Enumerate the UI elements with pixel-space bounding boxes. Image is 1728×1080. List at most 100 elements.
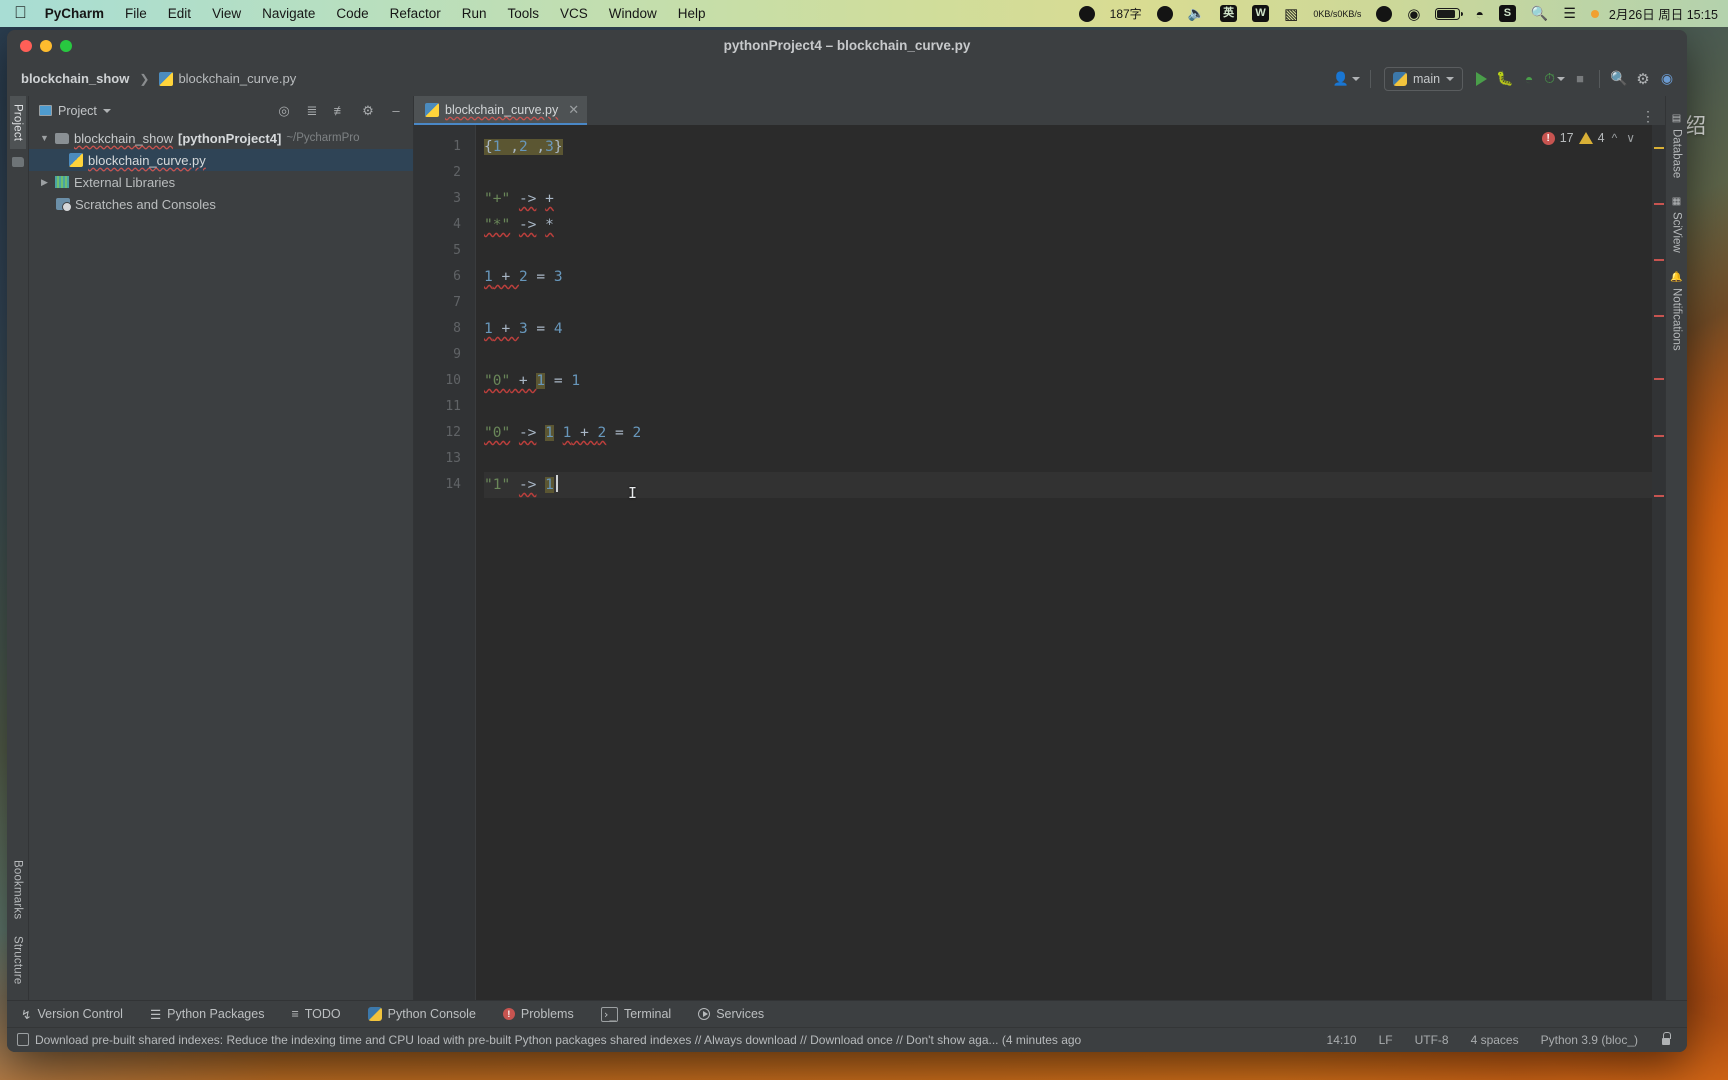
status-line-separator[interactable]: LF	[1373, 1033, 1399, 1047]
breadcrumb-file[interactable]: blockchain_curve.py	[178, 71, 296, 86]
sidebar-item-project[interactable]: Project	[9, 96, 26, 150]
menu-item-vcs[interactable]: VCS	[560, 6, 588, 21]
apple-logo-icon[interactable]: 	[14, 4, 27, 21]
status-interpreter[interactable]: Python 3.9 (bloc_)	[1535, 1033, 1644, 1047]
lock-icon[interactable]	[1654, 1032, 1677, 1048]
siri-indicator-icon[interactable]	[1590, 9, 1599, 18]
code-line[interactable]: "0" -> 1 1 + 2 = 2	[484, 420, 1652, 446]
media-play-icon[interactable]: ◉	[1407, 5, 1420, 23]
run-with-coverage-button[interactable]: ◓	[1517, 66, 1541, 92]
stop-button[interactable]: ■	[1568, 66, 1592, 92]
bag-icon[interactable]: ▧	[1284, 5, 1298, 23]
settings-gear-icon[interactable]: ⚙	[1631, 66, 1655, 92]
control-center-icon[interactable]: ☰	[1563, 5, 1576, 22]
chevron-down-icon[interactable]	[102, 108, 111, 113]
menu-item-file[interactable]: File	[125, 6, 147, 21]
code-line[interactable]: "+" -> +	[484, 186, 1652, 212]
sidebar-item-structure[interactable]: Structure	[10, 928, 26, 992]
menu-item-refactor[interactable]: Refactor	[390, 6, 441, 21]
inspection-widget[interactable]: ! 17 4 ^ ∨	[1541, 131, 1637, 145]
code-line[interactable]: "1" -> 1	[484, 472, 1652, 498]
tool-tab-terminal[interactable]: ›_ Terminal	[600, 1006, 671, 1022]
menu-item-run[interactable]: Run	[462, 6, 487, 21]
toolbar-divider	[1599, 69, 1600, 88]
tool-tab-python-console[interactable]: Python Console	[367, 1007, 476, 1021]
code-line[interactable]	[484, 290, 1652, 316]
code-token: +	[545, 191, 554, 207]
wifi-icon[interactable]: ◓	[1475, 6, 1483, 22]
next-problem-icon[interactable]: ∨	[1624, 131, 1637, 145]
code-line[interactable]: "0" + 1 = 1	[484, 368, 1652, 394]
updates-icon[interactable]: ◉	[1655, 66, 1679, 92]
tool-tab-todo[interactable]: ≡ TODO	[291, 1007, 340, 1021]
editor-marker-bar[interactable]	[1652, 125, 1665, 1000]
collapse-all-icon[interactable]: ≢	[329, 100, 351, 122]
sidebar-item-notifications[interactable]: 🔔 Notifications	[1669, 262, 1685, 360]
tree-row-scratches-and-consoles[interactable]: Scratches and Consoles	[29, 193, 413, 215]
tree-row-blockchain-curve-py[interactable]: blockchain_curve.py	[29, 149, 413, 171]
spotlight-search-icon[interactable]: 🔍	[1531, 5, 1548, 22]
breadcrumb[interactable]: blockchain_show ❯ blockchain_curve.py	[21, 71, 296, 86]
hide-panel-icon[interactable]: –	[385, 100, 407, 122]
sidebar-item-bookmarks[interactable]: Bookmarks	[10, 852, 26, 927]
record-icon[interactable]	[1078, 5, 1095, 22]
tab-blockchain-curve-py[interactable]: blockchain_curve.py ✕	[414, 96, 588, 125]
tree-row-project-root[interactable]: ▼ blockchain_show [pythonProject4] ~/Pyc…	[29, 127, 413, 149]
sogou-icon[interactable]: S	[1498, 5, 1516, 22]
tree-row-external-libraries[interactable]: ▶ External Libraries	[29, 171, 413, 193]
previous-problem-icon[interactable]: ^	[1610, 131, 1620, 145]
menu-item-view[interactable]: View	[212, 6, 241, 21]
vpn-icon[interactable]	[1376, 5, 1393, 22]
menubar-clock[interactable]: 2月26日 周日 15:15	[1609, 4, 1718, 23]
run-configuration-selector[interactable]: main	[1383, 66, 1464, 91]
tool-tab-version-control[interactable]: ↯ Version Control	[21, 1007, 123, 1022]
menu-item-help[interactable]: Help	[678, 6, 706, 21]
code-line[interactable]	[484, 238, 1652, 264]
code-line[interactable]: 1 + 2 = 3	[484, 264, 1652, 290]
menu-item-pycharm[interactable]: PyCharm	[45, 6, 104, 21]
sidebar-item-sciview[interactable]: ▦ SciView	[1669, 187, 1685, 262]
status-encoding[interactable]: UTF-8	[1409, 1033, 1455, 1047]
debug-button[interactable]: 🐛	[1493, 66, 1517, 92]
settings-gear-icon[interactable]: ⚙	[357, 100, 379, 122]
smiley-icon[interactable]	[1156, 5, 1173, 22]
code-line[interactable]: 1 + 3 = 4	[484, 316, 1652, 342]
status-indent[interactable]: 4 spaces	[1465, 1033, 1525, 1047]
menu-item-code[interactable]: Code	[336, 6, 368, 21]
search-everywhere-button[interactable]: 🔍	[1607, 66, 1631, 92]
input-method-icon[interactable]: 英	[1220, 5, 1238, 22]
chevron-down-icon[interactable]: ▼	[39, 133, 50, 143]
breadcrumb-project[interactable]: blockchain_show	[21, 71, 129, 86]
project-tree[interactable]: ▼ blockchain_show [pythonProject4] ~/Pyc…	[29, 125, 413, 1000]
locate-icon[interactable]: ◎	[273, 100, 295, 122]
mouse-cursor: I	[628, 484, 638, 502]
tool-tab-problems[interactable]: ! Problems	[502, 1007, 574, 1021]
code-editor[interactable]: {1 ,2 ,3} "+" -> + "*" -> * 1 + 2 = 3 1 +…	[476, 125, 1652, 1000]
tool-tab-services[interactable]: Services	[698, 1007, 764, 1021]
tool-tab-python-packages[interactable]: ☰ Python Packages	[150, 1007, 265, 1022]
wechat-work-icon[interactable]: W	[1252, 5, 1270, 22]
code-line[interactable]	[484, 446, 1652, 472]
menu-item-window[interactable]: Window	[609, 6, 657, 21]
editor-gutter[interactable]: 1 2 3 4 5 6 7 8 9 10 11 12 13 14	[414, 125, 476, 1000]
network-up-speed: 0KB/s	[1313, 8, 1338, 19]
code-line[interactable]: {1 ,2 ,3}	[484, 134, 1652, 160]
status-message[interactable]: Download pre-built shared indexes: Reduc…	[17, 1033, 1311, 1047]
code-line[interactable]	[484, 394, 1652, 420]
code-line[interactable]	[484, 342, 1652, 368]
editor-options-icon[interactable]: ⋮	[1631, 108, 1665, 125]
microphone-icon[interactable]: 🔈	[1188, 5, 1205, 22]
sidebar-item-database[interactable]: ▤ Database	[1669, 104, 1685, 187]
code-line[interactable]: "*" -> *	[484, 212, 1652, 238]
menu-item-tools[interactable]: Tools	[507, 6, 539, 21]
run-button[interactable]	[1469, 66, 1493, 92]
battery-icon[interactable]	[1435, 7, 1464, 20]
chevron-right-icon[interactable]: ▶	[39, 177, 50, 188]
menu-item-navigate[interactable]: Navigate	[262, 6, 315, 21]
menu-item-edit[interactable]: Edit	[168, 6, 191, 21]
code-line[interactable]	[484, 160, 1652, 186]
close-tab-icon[interactable]: ✕	[568, 102, 579, 118]
account-button[interactable]: 👤	[1330, 66, 1363, 92]
profile-button[interactable]: ⏱	[1541, 66, 1568, 92]
expand-all-icon[interactable]: ≣	[301, 100, 323, 122]
